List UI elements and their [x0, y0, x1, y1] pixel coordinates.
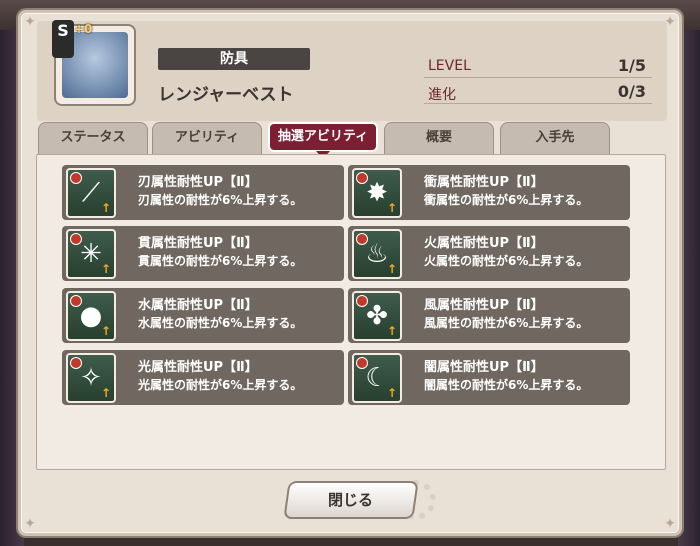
impact-icon: ✸ ↑: [352, 168, 402, 218]
light-icon: ✧ ↑: [66, 353, 116, 403]
lock-icon: [356, 357, 368, 369]
up-arrow-icon: ↑: [100, 324, 112, 338]
ability-description: 水属性の耐性が6%上昇する。: [138, 316, 303, 330]
stat-value: 1/5: [617, 56, 646, 75]
tab-status[interactable]: ステータス: [38, 122, 148, 154]
tab-lottery-ability[interactable]: 抽選アビリティ: [268, 122, 378, 159]
blade-icon: ⟋ ↑: [66, 168, 116, 218]
lock-icon: [356, 295, 368, 307]
ability-card[interactable]: ✤ ↑ 風属性耐性UP【Ⅱ】 風属性の耐性が6%上昇する。: [348, 288, 630, 343]
stat-row-level: LEVEL 1/5: [424, 54, 652, 78]
stat-label: LEVEL: [428, 58, 471, 74]
item-icon: S +0: [52, 20, 136, 106]
ability-title: 光属性耐性UP【Ⅱ】: [138, 360, 258, 375]
ability-description: 風属性の耐性が6%上昇する。: [424, 316, 589, 330]
ability-description: 貫属性の耐性が6%上昇する。: [138, 254, 303, 268]
tab-overview[interactable]: 概要: [384, 122, 494, 154]
ability-description: 闇属性の耐性が6%上昇する。: [424, 378, 589, 392]
up-arrow-icon: ↑: [386, 386, 398, 400]
water-icon: ● ↑: [66, 291, 116, 341]
plus-badge: +0: [74, 22, 93, 36]
corner-ornament-icon: ✦: [24, 516, 36, 532]
up-arrow-icon: ↑: [100, 386, 112, 400]
up-arrow-icon: ↑: [386, 262, 398, 276]
ability-title: 刃属性耐性UP【Ⅱ】: [138, 175, 258, 190]
ability-description: 火属性の耐性が6%上昇する。: [424, 254, 589, 268]
stat-row-evolution: 進化 0/3: [424, 80, 652, 104]
dark-icon: ☾ ↑: [352, 353, 402, 403]
pierce-icon: ✳ ↑: [66, 229, 116, 279]
stat-value: 0/3: [617, 82, 646, 101]
up-arrow-icon: ↑: [100, 201, 112, 215]
ability-title: 衝属性耐性UP【Ⅱ】: [424, 175, 544, 190]
tab-ability[interactable]: アビリティ: [152, 122, 262, 154]
ability-title: 火属性耐性UP【Ⅱ】: [424, 236, 544, 251]
ability-title: 水属性耐性UP【Ⅱ】: [138, 298, 258, 313]
lock-icon: [70, 357, 82, 369]
lock-icon: [356, 233, 368, 245]
lock-icon: [70, 172, 82, 184]
item-category: 防具: [158, 48, 310, 70]
tab-acquisition[interactable]: 入手先: [500, 122, 610, 154]
ability-description: 光属性の耐性が6%上昇する。: [138, 378, 303, 392]
close-button-label: 閉じる: [328, 491, 374, 509]
ability-card[interactable]: ✳ ↑ 貫属性耐性UP【Ⅱ】 貫属性の耐性が6%上昇する。: [62, 226, 344, 281]
lock-icon: [356, 172, 368, 184]
fire-icon: ♨ ↑: [352, 229, 402, 279]
corner-ornament-icon: ✦: [664, 516, 676, 532]
corner-ornament-icon: ✦: [24, 14, 36, 30]
ability-description: 刃属性の耐性が6%上昇する。: [138, 193, 303, 207]
lock-icon: [70, 233, 82, 245]
up-arrow-icon: ↑: [386, 324, 398, 338]
up-arrow-icon: ↑: [100, 262, 112, 276]
ability-card[interactable]: ♨ ↑ 火属性耐性UP【Ⅱ】 火属性の耐性が6%上昇する。: [348, 226, 630, 281]
ability-card[interactable]: ● ↑ 水属性耐性UP【Ⅱ】 水属性の耐性が6%上昇する。: [62, 288, 344, 343]
ability-title: 風属性耐性UP【Ⅱ】: [424, 298, 544, 313]
ability-description: 衝属性の耐性が6%上昇する。: [424, 193, 589, 207]
ability-title: 貫属性耐性UP【Ⅱ】: [138, 236, 258, 251]
item-name: レンジャーベスト: [158, 85, 294, 105]
wind-icon: ✤ ↑: [352, 291, 402, 341]
ability-card[interactable]: ⟋ ↑ 刃属性耐性UP【Ⅱ】 刃属性の耐性が6%上昇する。: [62, 165, 344, 220]
up-arrow-icon: ↑: [386, 201, 398, 215]
ability-card[interactable]: ✧ ↑ 光属性耐性UP【Ⅱ】 光属性の耐性が6%上昇する。: [62, 350, 344, 405]
ability-card[interactable]: ☾ ↑ 闇属性耐性UP【Ⅱ】 闇属性の耐性が6%上昇する。: [348, 350, 630, 405]
rarity-badge: S: [52, 20, 74, 58]
stat-label: 進化: [428, 87, 456, 103]
close-button[interactable]: 閉じる: [283, 481, 419, 519]
lock-icon: [70, 295, 82, 307]
ability-title: 闇属性耐性UP【Ⅱ】: [424, 360, 544, 375]
ability-card[interactable]: ✸ ↑ 衝属性耐性UP【Ⅱ】 衝属性の耐性が6%上昇する。: [348, 165, 630, 220]
